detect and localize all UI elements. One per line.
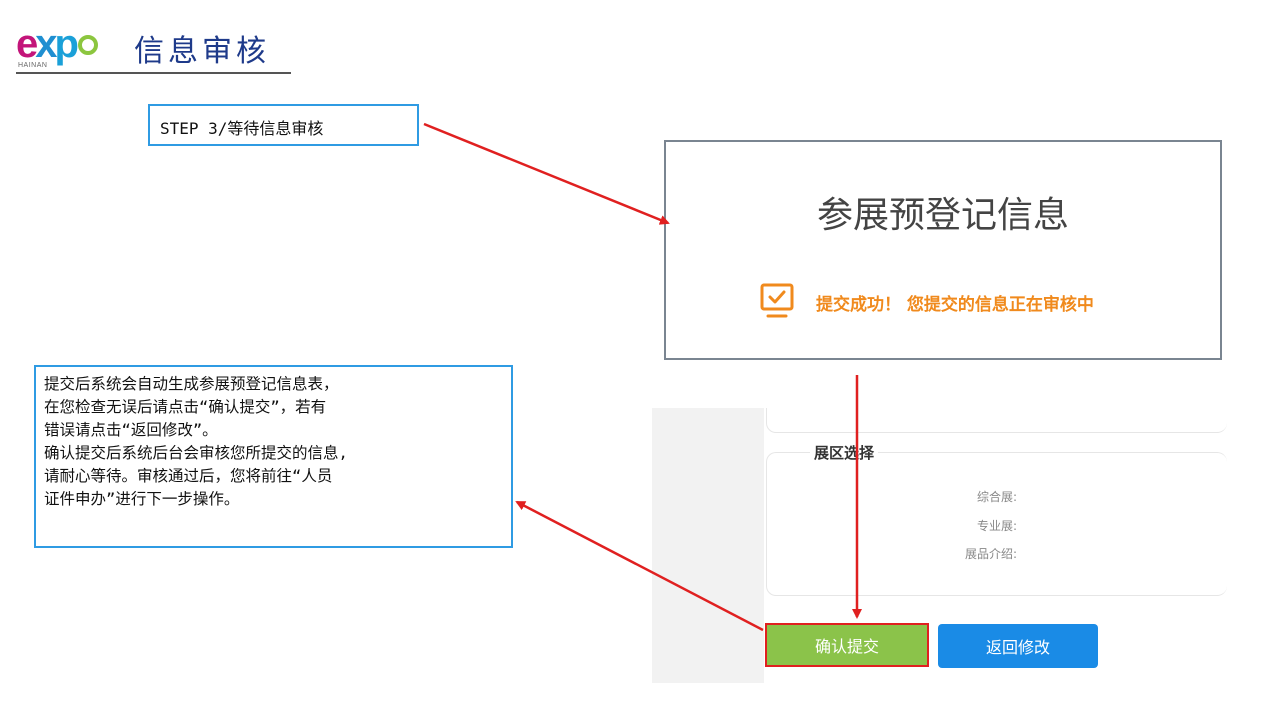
expo-hainan-logo: exp HAINAN xyxy=(16,24,116,69)
back-to-edit-button[interactable]: 返回修改 xyxy=(938,624,1098,668)
header-divider xyxy=(16,72,291,74)
page-header: exp HAINAN 信息审核 xyxy=(16,20,291,76)
exhibit-intro-label: 展品介绍: xyxy=(964,547,1017,561)
confirm-submit-button[interactable]: 确认提交 xyxy=(765,623,929,667)
exhibition-area-form: 综合展: 专业展: 展品介绍: 展区选择 确认提交 返回修改 xyxy=(652,408,1227,683)
step-callout-text: STEP 3/等待信息审核 xyxy=(160,119,324,138)
logo-circle-icon xyxy=(77,35,98,55)
page-title: 信息审核 xyxy=(134,34,270,69)
panel-title: 参展预登记信息 xyxy=(816,195,1069,236)
registration-result-panel: 参展预登记信息 提交成功！ 您提交的信息正在审核中 xyxy=(664,140,1222,360)
logo-letter-p: p xyxy=(54,22,80,66)
exhibition-area-legend: 展区选择 xyxy=(810,442,879,463)
exhibition-area-card: 综合展: 专业展: 展品介绍: xyxy=(766,452,1227,596)
step-callout: STEP 3/等待信息审核 xyxy=(148,104,419,146)
logo-letter-e: e xyxy=(16,22,38,66)
logo-letter-x: x xyxy=(35,22,57,66)
professional-exhibit-label: 专业展: xyxy=(976,519,1017,533)
monitor-check-icon xyxy=(760,283,794,318)
previous-section-card xyxy=(766,408,1227,433)
description-callout: 提交后系统会自动生成参展预登记信息表， 在您检查无误后请点击“确认提交”，若有 … xyxy=(34,365,513,548)
success-message: 提交成功！ 您提交的信息正在审核中 xyxy=(816,295,1094,315)
form-gutter xyxy=(652,408,764,683)
logo-subtitle: HAINAN xyxy=(18,62,48,69)
comprehensive-exhibit-label: 综合展: xyxy=(976,490,1017,504)
arrow-step-to-panel xyxy=(423,122,670,225)
